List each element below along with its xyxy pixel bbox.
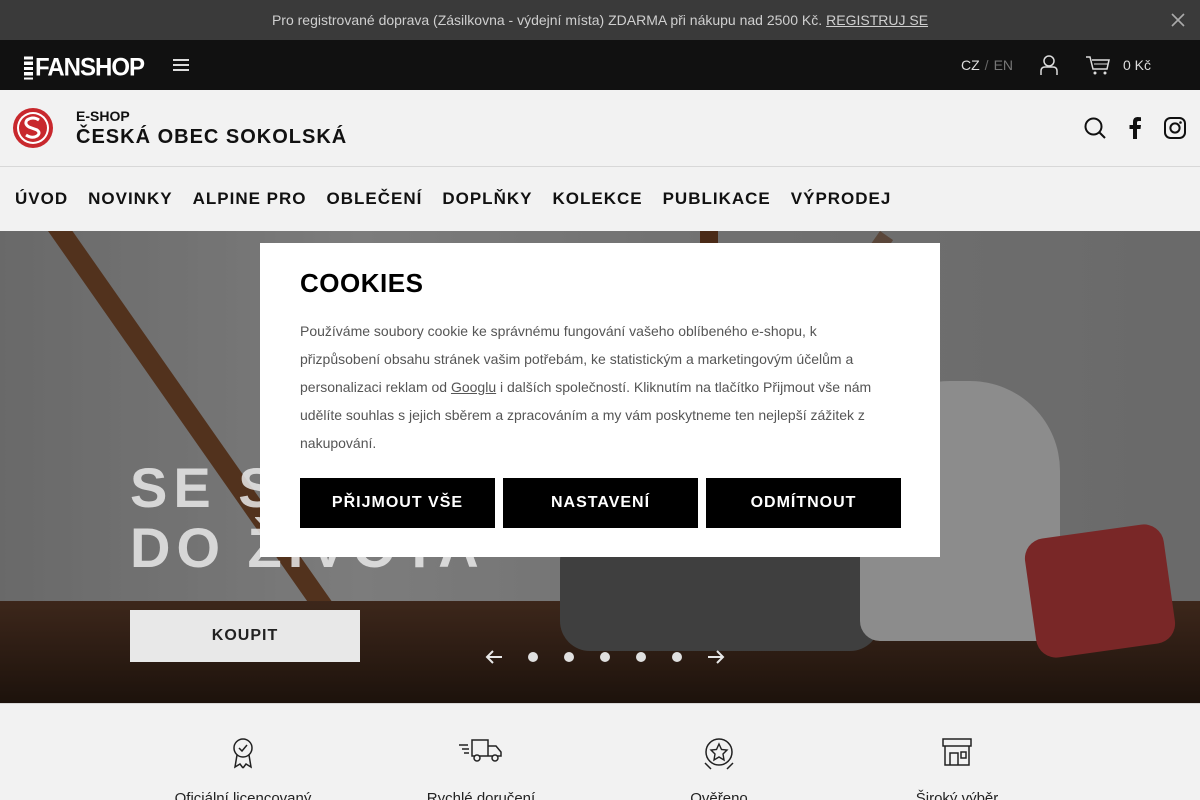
feature-label: Rychlé doručení	[426, 790, 536, 800]
nav-item-vyprodej[interactable]: VÝPRODEJ	[791, 189, 892, 209]
search-icon[interactable]	[1084, 117, 1106, 139]
facebook-icon[interactable]	[1128, 117, 1142, 139]
cart-icon[interactable]	[1085, 55, 1111, 75]
feature-label: Ověřeno	[690, 790, 748, 800]
logo-text: FANSHOP	[35, 53, 145, 82]
slider-dot[interactable]	[600, 652, 610, 662]
sokol-logo-icon[interactable]	[12, 107, 54, 149]
cookie-title: COOKIES	[300, 268, 424, 298]
announcement-bar: Pro registrované doprava (Zásilkovna - v…	[0, 0, 1200, 40]
arrow-left-icon[interactable]	[485, 649, 503, 665]
cookie-settings-button[interactable]: NASTAVENÍ	[503, 478, 698, 528]
nav-item-obleceni[interactable]: OBLEČENÍ	[327, 189, 423, 209]
feature-label: Široký výběr	[915, 790, 999, 800]
slider-dot[interactable]	[564, 652, 574, 662]
fanshop-logo[interactable]: FANSHOP	[24, 53, 145, 82]
shop-name[interactable]: ČESKÁ OBEC SOKOLSKÁ	[76, 126, 347, 149]
logo-stripes-icon	[24, 56, 33, 80]
slider-dot[interactable]	[636, 652, 646, 662]
register-link[interactable]: REGISTRUJ SE	[826, 12, 928, 28]
slider-dot[interactable]	[672, 652, 682, 662]
nav-item-publikace[interactable]: PUBLIKACE	[663, 189, 771, 209]
nav-item-alpine-pro[interactable]: ALPINE PRO	[193, 189, 307, 209]
truck-icon	[459, 739, 502, 762]
arrow-right-icon[interactable]	[707, 649, 725, 665]
lang-en[interactable]: EN	[994, 57, 1013, 73]
announcement-text: Pro registrované doprava (Zásilkovna - v…	[271, 12, 823, 28]
features-strip: Oficiální licencovaný Rychlé doručení Ov…	[0, 703, 1200, 800]
language-switcher: CZ / EN	[961, 57, 1013, 73]
accept-all-button[interactable]: PŘIJMOUT VŠE	[300, 478, 495, 528]
slider-dot[interactable]	[528, 652, 538, 662]
slider-controls	[485, 649, 725, 665]
buy-button[interactable]: KOUPIT	[130, 610, 360, 662]
menu-icon[interactable]	[173, 59, 189, 71]
instagram-icon[interactable]	[1164, 117, 1186, 139]
nav-item-novinky[interactable]: NOVINKY	[88, 189, 172, 209]
nav-item-uvod[interactable]: ÚVOD	[15, 189, 68, 209]
cookie-buttons: PŘIJMOUT VŠE NASTAVENÍ ODMÍTNOUT	[300, 478, 901, 528]
cookie-dialog: COOKIES Používáme soubory cookie ke sprá…	[260, 243, 940, 557]
cart-total[interactable]: 0 Kč	[1123, 57, 1151, 73]
nav-item-kolekce[interactable]: KOLEKCE	[552, 189, 642, 209]
award-icon	[233, 738, 253, 769]
star-badge-icon	[704, 738, 734, 770]
cookie-text: Používáme soubory cookie ke správnému fu…	[300, 317, 900, 457]
eshop-label: E-SHOP	[76, 108, 130, 124]
main-nav: ÚVOD NOVINKY ALPINE PRO OBLEČENÍ DOPLŇKY…	[15, 189, 891, 209]
reject-button[interactable]: ODMÍTNOUT	[706, 478, 901, 528]
lang-separator: /	[984, 57, 989, 73]
store-icon	[942, 738, 972, 766]
user-icon[interactable]	[1039, 54, 1059, 76]
lang-cz[interactable]: CZ	[961, 57, 980, 73]
brand-header: E-SHOP ČESKÁ OBEC SOKOLSKÁ	[0, 90, 1200, 167]
top-bar: FANSHOP CZ / EN 0 Kč	[0, 40, 1200, 90]
close-icon[interactable]	[1170, 12, 1186, 28]
feature-label: Oficiální licencovaný	[174, 790, 312, 800]
google-link[interactable]: Googlu	[451, 379, 496, 395]
nav-item-doplnky[interactable]: DOPLŇKY	[442, 189, 532, 209]
